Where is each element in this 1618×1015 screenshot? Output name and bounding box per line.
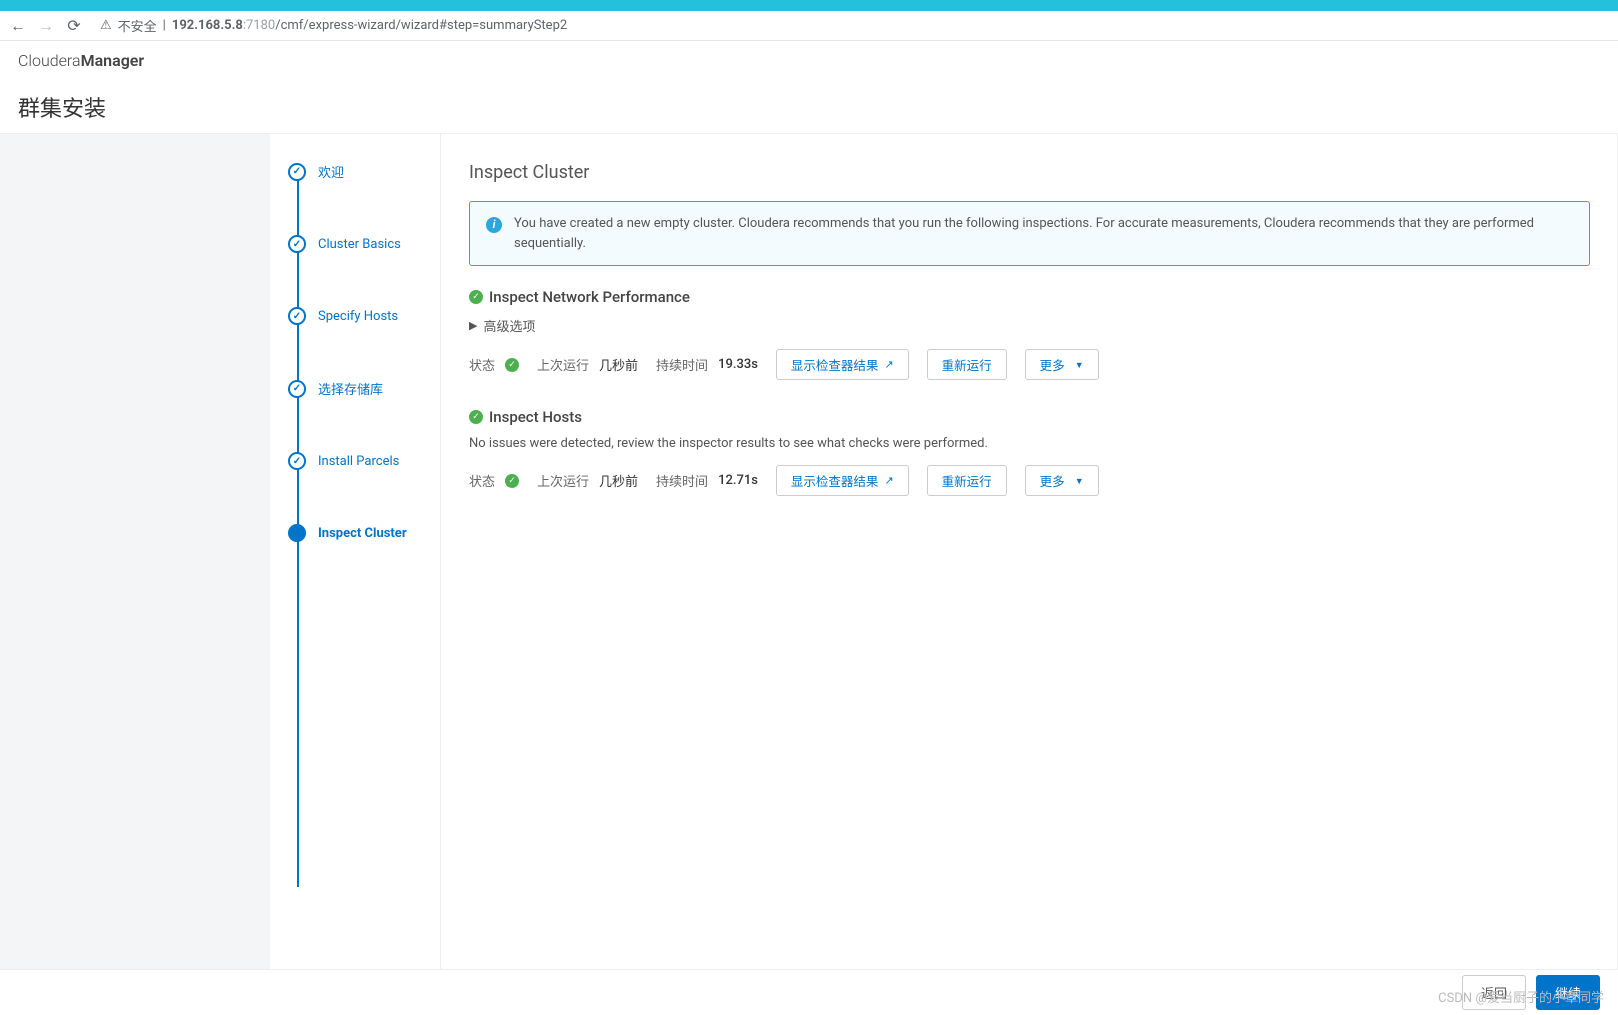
show-results-label: 显示检查器结果 bbox=[791, 471, 879, 490]
url-port: :7180 bbox=[243, 18, 275, 33]
step-install-parcels[interactable]: ✓ Install Parcels bbox=[288, 452, 440, 470]
ok-icon: ✓ bbox=[469, 410, 483, 424]
info-icon: i bbox=[486, 217, 502, 233]
hosts-details-row: 状态 ✓ 上次运行 几秒前 持续时间 12.71s 显示检查器结果 ↗ 重新运行 bbox=[469, 465, 1590, 496]
lastrun-value: 几秒前 bbox=[599, 471, 638, 490]
step-circle-icon: ✓ bbox=[288, 380, 306, 398]
check-icon: ✓ bbox=[293, 383, 301, 394]
step-list: ✓ 欢迎 ✓ Cluster Basics ✓ Specify Hosts ✓ … bbox=[270, 134, 440, 969]
chevron-right-icon: ▶ bbox=[469, 319, 477, 332]
step-label: Cluster Basics bbox=[318, 237, 401, 252]
step-circle-icon: ✓ bbox=[288, 163, 306, 181]
duration-value: 19.33s bbox=[718, 357, 758, 372]
lastrun-label: 上次运行 bbox=[537, 355, 589, 374]
wizard-content: Inspect Cluster i You have created a new… bbox=[440, 134, 1618, 969]
section-network-performance: ✓ Inspect Network Performance bbox=[469, 288, 1590, 306]
browser-toolbar: ← → ⟳ ⚠ 不安全 | 192.168.5.8:7180/cmf/expre… bbox=[0, 11, 1618, 41]
nav-forward-button[interactable]: → bbox=[36, 16, 56, 36]
app-header: Cloudera Manager bbox=[0, 41, 1618, 79]
left-gutter bbox=[0, 134, 270, 969]
step-welcome[interactable]: ✓ 欢迎 bbox=[288, 162, 440, 181]
content-title: Inspect Cluster bbox=[469, 162, 1590, 183]
section-title-text: Inspect Network Performance bbox=[489, 288, 690, 306]
step-specify-hosts[interactable]: ✓ Specify Hosts bbox=[288, 307, 440, 325]
step-circle-icon bbox=[288, 524, 306, 542]
lastrun-value: 几秒前 bbox=[599, 355, 638, 374]
show-results-button[interactable]: 显示检查器结果 ↗ bbox=[776, 349, 909, 380]
check-icon: ✓ bbox=[293, 166, 301, 177]
section-title-text: Inspect Hosts bbox=[489, 408, 582, 426]
section-inspect-hosts: ✓ Inspect Hosts bbox=[469, 408, 1590, 426]
ok-icon: ✓ bbox=[505, 474, 519, 488]
lastrun-label: 上次运行 bbox=[537, 471, 589, 490]
rerun-label: 重新运行 bbox=[942, 355, 992, 374]
url-separator: | bbox=[163, 18, 166, 33]
duration-label: 持续时间 bbox=[656, 471, 708, 490]
show-results-button[interactable]: 显示检查器结果 ↗ bbox=[776, 465, 909, 496]
step-circle-icon: ✓ bbox=[288, 452, 306, 470]
more-button[interactable]: 更多 ▼ bbox=[1025, 465, 1099, 496]
external-link-icon: ↗ bbox=[884, 358, 893, 371]
advanced-options-label: 高级选项 bbox=[483, 316, 535, 335]
back-button[interactable]: 返回 bbox=[1462, 975, 1526, 1010]
wizard-footer: 返回 继续 bbox=[0, 969, 1618, 1015]
brand-bold: Manager bbox=[81, 51, 145, 70]
duration-label: 持续时间 bbox=[656, 355, 708, 374]
ok-icon: ✓ bbox=[469, 290, 483, 304]
step-label: 欢迎 bbox=[318, 162, 344, 181]
network-details-row: 状态 ✓ 上次运行 几秒前 持续时间 19.33s 显示检查器结果 ↗ 重新运行 bbox=[469, 349, 1590, 380]
status-label: 状态 bbox=[469, 355, 495, 374]
check-icon: ✓ bbox=[293, 456, 301, 467]
url-host: 192.168.5.8 bbox=[172, 18, 243, 33]
step-cluster-basics[interactable]: ✓ Cluster Basics bbox=[288, 235, 440, 253]
step-inspect-cluster[interactable]: Inspect Cluster bbox=[288, 524, 440, 542]
rerun-button[interactable]: 重新运行 bbox=[927, 349, 1007, 380]
more-label: 更多 bbox=[1040, 471, 1065, 490]
caret-down-icon: ▼ bbox=[1075, 476, 1084, 486]
nav-reload-button[interactable]: ⟳ bbox=[64, 16, 84, 35]
step-circle-icon: ✓ bbox=[288, 307, 306, 325]
step-label: Install Parcels bbox=[318, 454, 399, 469]
ok-icon: ✓ bbox=[505, 358, 519, 372]
address-bar[interactable]: ⚠ 不安全 | 192.168.5.8:7180/cmf/express-wiz… bbox=[100, 16, 567, 35]
duration-value: 12.71s bbox=[718, 473, 758, 488]
continue-button[interactable]: 继续 bbox=[1536, 975, 1600, 1010]
step-circle-icon: ✓ bbox=[288, 235, 306, 253]
rerun-label: 重新运行 bbox=[942, 471, 992, 490]
external-link-icon: ↗ bbox=[884, 474, 893, 487]
nav-back-button[interactable]: ← bbox=[8, 16, 28, 36]
step-label: 选择存储库 bbox=[318, 379, 383, 398]
step-select-repository[interactable]: ✓ 选择存储库 bbox=[288, 379, 440, 398]
rerun-button[interactable]: 重新运行 bbox=[927, 465, 1007, 496]
brand-light: Cloudera bbox=[18, 51, 81, 70]
insecure-label: 不安全 bbox=[118, 16, 157, 35]
hosts-desc: No issues were detected, review the insp… bbox=[469, 436, 1590, 451]
page-title: 群集安装 bbox=[0, 79, 1618, 134]
insecure-icon: ⚠ bbox=[100, 18, 112, 33]
more-label: 更多 bbox=[1040, 355, 1065, 374]
advanced-options-toggle[interactable]: ▶ 高级选项 bbox=[469, 316, 1590, 335]
check-icon: ✓ bbox=[293, 239, 301, 250]
more-button[interactable]: 更多 ▼ bbox=[1025, 349, 1099, 380]
step-label: Inspect Cluster bbox=[318, 526, 407, 541]
step-label: Specify Hosts bbox=[318, 309, 398, 324]
info-callout: i You have created a new empty cluster. … bbox=[469, 201, 1590, 266]
show-results-label: 显示检查器结果 bbox=[791, 355, 879, 374]
browser-tabs-strip bbox=[0, 0, 1618, 11]
caret-down-icon: ▼ bbox=[1075, 360, 1084, 370]
status-label: 状态 bbox=[469, 471, 495, 490]
url-path: /cmf/express-wizard/wizard#step=summaryS… bbox=[275, 18, 567, 33]
info-text: You have created a new empty cluster. Cl… bbox=[514, 214, 1573, 253]
check-icon: ✓ bbox=[293, 311, 301, 322]
